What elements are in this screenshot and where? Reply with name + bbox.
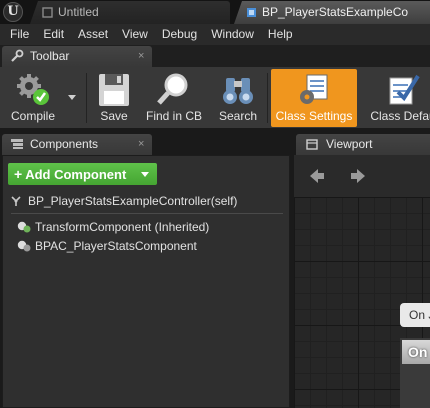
components-tab-row: Components × xyxy=(0,133,290,155)
compile-gears-icon xyxy=(17,74,49,105)
menu-file[interactable]: File xyxy=(3,24,36,45)
doc-tab-label: BP_PlayerStatsExampleCo xyxy=(262,5,409,19)
menu-edit[interactable]: Edit xyxy=(36,24,71,45)
toolbar: Compile Save Find in CB Search Class Set… xyxy=(0,67,430,129)
add-component-label: Add Component xyxy=(25,167,127,182)
toolbar-divider xyxy=(267,73,268,123)
components-tab-label: Components xyxy=(30,137,99,151)
class-settings-icon xyxy=(300,74,328,104)
search-label: Search xyxy=(218,109,258,123)
plus-icon: + xyxy=(14,166,23,182)
component-root-label: BP_PlayerStatsExampleController(self) xyxy=(28,194,238,208)
menu-bar: File Edit Asset View Debug Window Help xyxy=(0,24,430,45)
viewport-tab-label: Viewport xyxy=(326,137,373,151)
close-icon[interactable]: × xyxy=(138,46,144,67)
add-component-button[interactable]: + Add Component xyxy=(8,163,157,185)
forward-arrow-icon[interactable] xyxy=(349,167,367,185)
class-defaults-label: Class Defau xyxy=(370,109,430,123)
tab-components[interactable]: Components × xyxy=(2,134,152,155)
divider xyxy=(11,213,283,214)
menu-asset[interactable]: Asset xyxy=(71,24,115,45)
graph-node-tooltip: On J xyxy=(400,303,430,327)
class-defaults-icon xyxy=(389,74,420,105)
find-in-cb-button[interactable]: Find in CB xyxy=(140,69,208,127)
compile-options-chevron-down-icon[interactable] xyxy=(68,95,76,100)
menu-view[interactable]: View xyxy=(115,24,155,45)
actor-root-icon xyxy=(11,196,21,206)
doc-tab-label: Untitled xyxy=(58,5,99,19)
level-icon xyxy=(42,7,53,18)
tab-toolbar[interactable]: Toolbar × xyxy=(2,46,152,67)
binoculars-icon xyxy=(223,78,253,104)
scene-component-icon xyxy=(17,221,31,233)
viewport-tab-row: Viewport xyxy=(294,133,430,155)
back-arrow-icon[interactable] xyxy=(308,167,326,185)
toolbar-tab-label: Toolbar xyxy=(30,49,70,63)
unreal-logo-icon[interactable]: U xyxy=(3,2,23,22)
class-settings-button[interactable]: Class Settings xyxy=(271,69,357,127)
doc-tab-blueprint[interactable]: BP_PlayerStatsExampleCo xyxy=(234,1,430,24)
viewport-icon xyxy=(306,139,318,150)
magnifier-icon xyxy=(157,73,188,105)
search-button[interactable]: Search xyxy=(212,69,264,127)
menu-debug[interactable]: Debug xyxy=(155,24,204,45)
components-icon xyxy=(11,139,23,149)
menu-help[interactable]: Help xyxy=(261,24,300,45)
component-item[interactable]: BPAC_PlayerStatsComponent xyxy=(17,237,197,255)
graph-node-header[interactable]: On xyxy=(402,340,430,364)
chevron-down-icon xyxy=(141,172,149,177)
toolbar-tab-row: Toolbar × xyxy=(0,45,430,67)
blueprint-icon xyxy=(247,8,256,17)
class-settings-label: Class Settings xyxy=(275,109,353,123)
save-label: Save xyxy=(100,109,128,123)
class-defaults-button[interactable]: Class Defau xyxy=(363,69,430,127)
tab-viewport[interactable]: Viewport xyxy=(296,134,430,155)
doc-tab-untitled[interactable]: Untitled xyxy=(30,1,230,24)
component-item-label: TransformComponent (Inherited) xyxy=(35,220,210,234)
actor-component-icon xyxy=(17,240,31,252)
component-item-label: BPAC_PlayerStatsComponent xyxy=(35,239,197,253)
find-in-cb-label: Find in CB xyxy=(145,109,203,123)
component-root-row[interactable]: BP_PlayerStatsExampleController(self) xyxy=(8,192,284,210)
toolbar-divider xyxy=(86,73,87,123)
save-floppy-icon xyxy=(99,74,129,106)
compile-button[interactable]: Compile xyxy=(2,69,64,127)
menu-window[interactable]: Window xyxy=(204,24,261,45)
title-bar: U Untitled BP_PlayerStatsExampleCo xyxy=(0,0,430,24)
graph-navigation-bar xyxy=(294,155,430,197)
save-button[interactable]: Save xyxy=(91,69,137,127)
wrench-icon xyxy=(11,49,24,62)
component-item[interactable]: TransformComponent (Inherited) xyxy=(17,218,209,236)
close-icon[interactable]: × xyxy=(138,134,144,155)
compile-label: Compile xyxy=(10,109,55,123)
components-panel: + Add Component BP_PlayerStatsExampleCont… xyxy=(2,155,290,408)
